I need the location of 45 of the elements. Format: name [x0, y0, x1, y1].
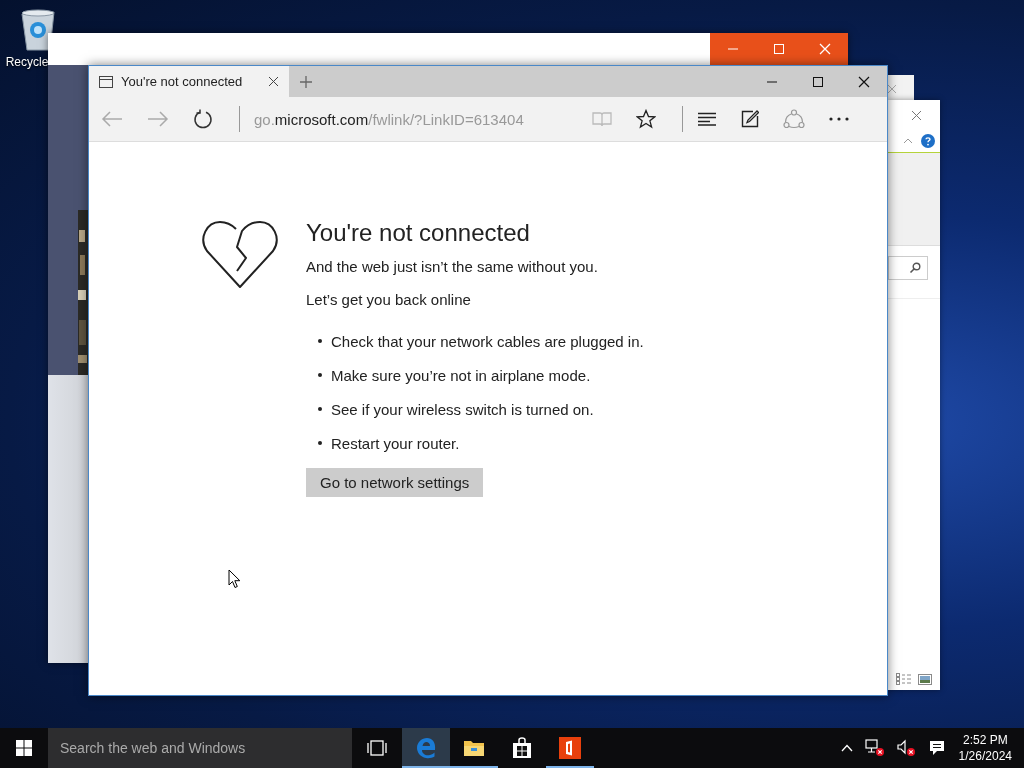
message-text: Let’s get you back online [306, 291, 471, 308]
notifications-icon[interactable] [928, 740, 945, 756]
browser-icon [415, 737, 437, 759]
web-note-icon[interactable] [741, 110, 759, 128]
help-icon[interactable] [921, 134, 935, 148]
address-bar[interactable]: go.microsoft.com/fwlink/?LinkID=613404 [254, 110, 592, 128]
refresh-icon[interactable] [193, 109, 213, 129]
suggestion-text: See if your wireless switch is turned on. [331, 400, 594, 418]
store-bag-icon [512, 737, 532, 759]
browser-tab[interactable]: You're not connected [89, 66, 289, 97]
start-button-icon[interactable] [16, 740, 32, 756]
more-icon[interactable] [829, 117, 849, 121]
error-heading: You're not connected [306, 218, 530, 248]
maximize-icon[interactable] [812, 75, 824, 88]
desktop-icon-label[interactable]: Recycle [5, 55, 49, 69]
message-text: And the web just isn’t the same without you. [306, 258, 598, 275]
task-view-icon[interactable] [366, 740, 388, 756]
suggestion-text: Make sure you’re not in airplane mode. [331, 366, 591, 384]
hub-icon[interactable] [697, 112, 717, 126]
close-icon[interactable] [858, 75, 870, 88]
bullet-icon [318, 441, 322, 445]
suggestion-text: Restart your router. [331, 434, 460, 452]
details-view-icon[interactable] [896, 673, 912, 685]
share-icon[interactable] [783, 109, 805, 129]
clock-date[interactable]: 1/26/2024 [958, 748, 1012, 764]
recycle-bin-icon[interactable] [18, 8, 58, 52]
volume-muted-icon[interactable] [896, 739, 917, 757]
page-icon [99, 75, 113, 88]
favorite-star-icon[interactable] [636, 109, 656, 129]
office-icon [559, 737, 581, 759]
search-icon [909, 262, 921, 274]
folder-icon [463, 738, 485, 758]
search-field[interactable] [888, 256, 928, 280]
network-error-icon[interactable] [864, 739, 885, 757]
search-field[interactable]: Search the web and Windows [48, 728, 352, 768]
bullet-icon [318, 373, 322, 377]
close-tab-icon[interactable] [268, 76, 279, 87]
mouse-pointer-icon [228, 569, 241, 589]
bullet-icon [318, 407, 322, 411]
clock-time[interactable]: 2:52 PM [962, 732, 1008, 748]
thumbnail-view-icon[interactable] [918, 673, 932, 685]
suggestion-text: Check that your network cables are plugged in. [331, 332, 644, 350]
running-indicator [546, 766, 594, 768]
bullet-icon [318, 339, 322, 343]
network-settings-button[interactable]: Go to network settings [306, 468, 484, 497]
